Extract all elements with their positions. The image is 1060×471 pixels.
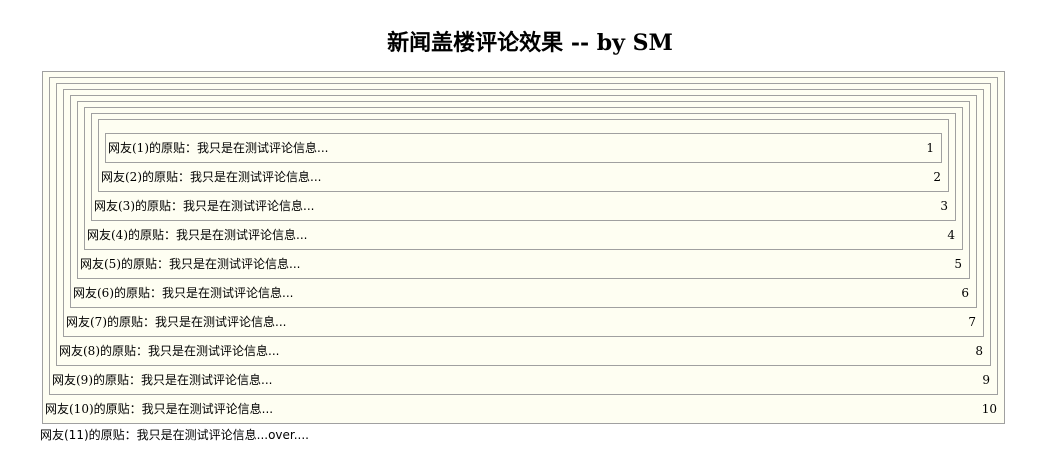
- comment-floor: 网友(10)的原贴：我只是在测试评论信息... 10: [42, 395, 1005, 424]
- floor-number: 2: [933, 170, 941, 184]
- comment-content: 网友(10)的原贴：我只是在测试评论信息...: [45, 401, 273, 417]
- comment-author: 网友(7)的原贴：: [66, 315, 155, 329]
- floor-number: 8: [975, 344, 983, 358]
- latest-comment: 网友(11)的原贴：我只是在测试评论信息...over....: [40, 427, 309, 443]
- comment-author: 网友(6)的原贴：: [73, 286, 162, 300]
- comment-floor: 网友(4)的原贴：我只是在测试评论信息... 4: [84, 221, 963, 250]
- comment-content: 网友(1)的原贴：我只是在测试评论信息...: [108, 140, 328, 156]
- floor-number: 1: [926, 141, 934, 155]
- comment-floor: 网友(5)的原贴：我只是在测试评论信息... 5: [77, 250, 970, 279]
- comment-text: 我只是在测试评论信息...: [176, 228, 308, 242]
- comment-author: 网友(3)的原贴：: [94, 199, 183, 213]
- floor-number: 9: [982, 373, 990, 387]
- comment-text: 我只是在测试评论信息...: [183, 199, 315, 213]
- comment-content: 网友(2)的原贴：我只是在测试评论信息...: [101, 169, 321, 185]
- comment-floor: 网友(8)的原贴：我只是在测试评论信息... 8: [56, 337, 991, 366]
- comment-content: 网友(7)的原贴：我只是在测试评论信息...: [66, 314, 286, 330]
- floor-number: 4: [947, 228, 955, 242]
- comment-author: 网友(1)的原贴：: [108, 141, 197, 155]
- comment-author: 网友(9)的原贴：: [52, 373, 141, 387]
- comment-content: 网友(3)的原贴：我只是在测试评论信息...: [94, 198, 314, 214]
- comment-content: 网友(9)的原贴：我只是在测试评论信息...: [52, 372, 272, 388]
- comment-text: 我只是在测试评论信息...: [148, 344, 280, 358]
- comment-author: 网友(5)的原贴：: [80, 257, 169, 271]
- floor-number: 10: [981, 402, 997, 416]
- comment-author: 网友(4)的原贴：: [87, 228, 176, 242]
- comment-author: 网友(8)的原贴：: [59, 344, 148, 358]
- comment-floor: 网友(3)的原贴：我只是在测试评论信息... 3: [91, 192, 956, 221]
- comment-text: 我只是在测试评论信息...: [197, 141, 329, 155]
- comment-content: 网友(8)的原贴：我只是在测试评论信息...: [59, 343, 279, 359]
- comment-text: 我只是在测试评论信息...: [169, 257, 301, 271]
- comment-content: 网友(5)的原贴：我只是在测试评论信息...: [80, 256, 300, 272]
- comment-author: 网友(2)的原贴：: [101, 170, 190, 184]
- comment-floor: 网友(6)的原贴：我只是在测试评论信息... 6: [70, 279, 977, 308]
- comment-text: 我只是在测试评论信息...: [141, 402, 274, 416]
- floor-number: 6: [961, 286, 969, 300]
- comment-text: 我只是在测试评论信息...: [190, 170, 322, 184]
- latest-comment-text: 我只是在测试评论信息...over....: [136, 428, 310, 442]
- comment-content: 网友(6)的原贴：我只是在测试评论信息...: [73, 285, 293, 301]
- floor-number: 3: [940, 199, 948, 213]
- comment-floor: 网友(7)的原贴：我只是在测试评论信息... 7: [63, 308, 984, 337]
- comment-floor: 网友(9)的原贴：我只是在测试评论信息... 9: [49, 366, 998, 395]
- comment-floor: 网友(2)的原贴：我只是在测试评论信息... 2: [98, 163, 949, 192]
- comment-text: 我只是在测试评论信息...: [162, 286, 294, 300]
- comment-content: 网友(4)的原贴：我只是在测试评论信息...: [87, 227, 307, 243]
- page-title: 新闻盖楼评论效果 -- by SM: [387, 30, 673, 56]
- comment-text: 我只是在测试评论信息...: [141, 373, 273, 387]
- floor-number: 7: [968, 315, 976, 329]
- comment-author: 网友(10)的原贴：: [45, 402, 142, 416]
- comment-text: 我只是在测试评论信息...: [155, 315, 287, 329]
- floor-number: 5: [954, 257, 962, 271]
- latest-comment-author: 网友(11)的原贴：: [40, 428, 137, 442]
- comment-floor: 网友(1)的原贴：我只是在测试评论信息... 1: [105, 134, 942, 163]
